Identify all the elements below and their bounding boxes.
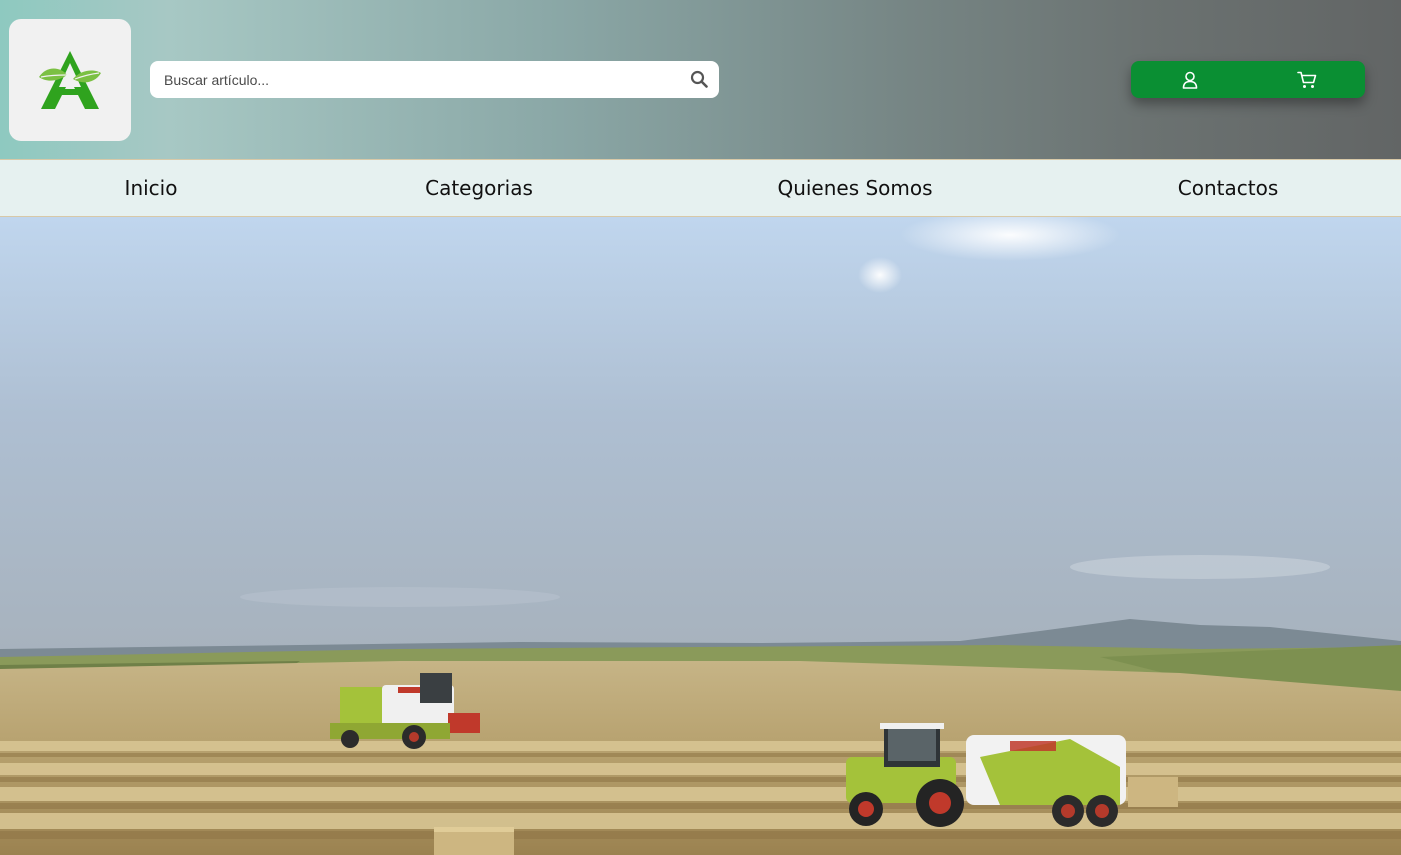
search-icon[interactable] [689, 69, 709, 89]
nav-item-categorias[interactable]: Categorias [425, 160, 533, 216]
site-logo[interactable] [9, 19, 131, 141]
nav-item-quienes-somos[interactable]: Quienes Somos [777, 160, 932, 216]
search-input[interactable] [150, 61, 670, 98]
hero-banner [0, 217, 1401, 855]
account-cart-bar [1131, 61, 1365, 98]
nav-item-contactos[interactable]: Contactos [1178, 160, 1278, 216]
hero-harvest-image [0, 217, 1401, 855]
site-header [0, 0, 1401, 159]
nav-item-inicio[interactable]: Inicio [125, 160, 178, 216]
logo-a-leaf-icon [39, 51, 101, 109]
cart-icon[interactable] [1248, 61, 1365, 98]
search-bar [150, 61, 719, 98]
user-icon[interactable] [1131, 61, 1248, 98]
main-nav: Inicio Categorias Quienes Somos Contacto… [0, 159, 1401, 217]
